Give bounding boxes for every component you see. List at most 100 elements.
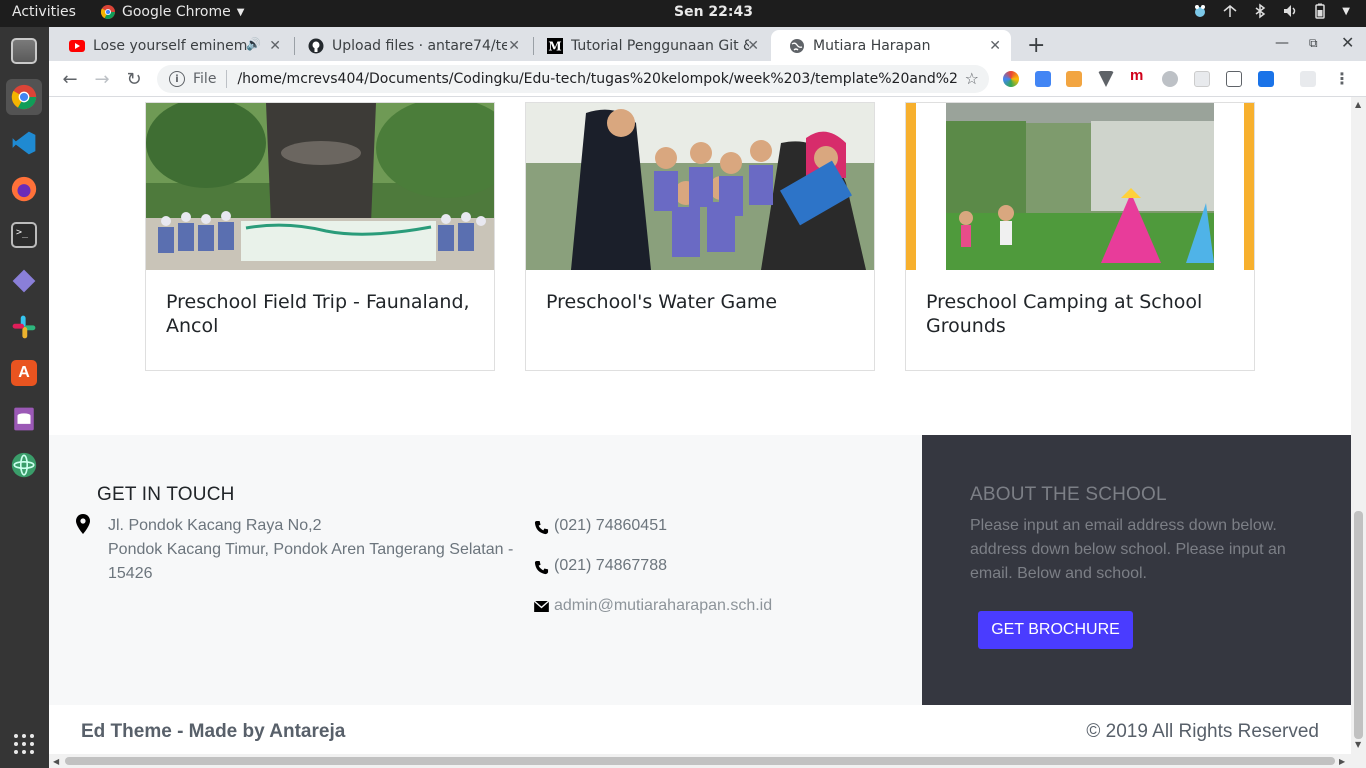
site-info-icon[interactable]: i: [169, 71, 185, 87]
extension-vue-icon[interactable]: [1098, 71, 1114, 87]
extension-m-icon[interactable]: m: [1130, 67, 1146, 84]
git-client-icon: [12, 269, 36, 293]
extension-translate-icon[interactable]: [1226, 71, 1242, 87]
card-caption: Preschool's Water Game: [546, 291, 778, 313]
app-menu[interactable]: Google Chrome ▼: [100, 4, 244, 20]
phone-number-1[interactable]: (021) 74860451: [554, 514, 667, 538]
weather-icon: [1195, 5, 1206, 17]
dock-vscode[interactable]: [6, 125, 42, 161]
horizontal-scroll-thumb[interactable]: [65, 757, 1335, 765]
chevron-down-icon: ▼: [1342, 5, 1350, 17]
dock-db-browser[interactable]: [6, 401, 42, 437]
dock-software-center[interactable]: A: [6, 355, 42, 391]
volume-icon: [1284, 5, 1296, 17]
extension-download-icon[interactable]: [1258, 71, 1274, 87]
scroll-up-arrow-icon[interactable]: ▲: [1355, 100, 1361, 109]
chrome-menu-icon[interactable]: ⋮: [1334, 69, 1350, 88]
phone-icon: [534, 560, 549, 575]
window-close-button[interactable]: ✕: [1341, 33, 1354, 52]
about-section: ABOUT THE SCHOOL Please input an email a…: [922, 435, 1351, 705]
dock-git-client[interactable]: [6, 263, 42, 299]
svg-text:M: M: [548, 39, 561, 53]
copyright-notice: © 2019 All Rights Reserved: [1086, 721, 1319, 742]
new-tab-button[interactable]: +: [1027, 33, 1045, 58]
card-caption: Preschool Camping at School Grounds: [926, 291, 1203, 337]
system-top-bar: Activities Google Chrome ▼ Sen 22:43 ▼: [0, 0, 1366, 27]
horizontal-scrollbar[interactable]: ◀ ▶: [49, 754, 1366, 768]
gallery-card[interactable]: Preschool Camping at School Grounds: [905, 102, 1255, 371]
extension-google-icon[interactable]: [1300, 71, 1316, 87]
theme-credit: Ed Theme - Made by Antareja: [81, 721, 346, 742]
bookmark-star-icon[interactable]: ☆: [965, 69, 979, 88]
dock-files[interactable]: [6, 33, 42, 69]
about-heading: ABOUT THE SCHOOL: [970, 484, 1167, 505]
tab-title: Tutorial Penggunaan Git &: [571, 37, 749, 54]
address-bar[interactable]: i File /home/mcrevs404/Documents/Codingk…: [157, 65, 989, 93]
gallery-card[interactable]: Preschool's Water Game: [525, 102, 875, 371]
scroll-left-arrow-icon[interactable]: ◀: [53, 757, 59, 766]
vertical-scrollbar[interactable]: ▲ ▼: [1351, 97, 1366, 754]
back-button[interactable]: ←: [59, 68, 81, 90]
chrome-icon: [11, 84, 37, 110]
reload-button[interactable]: ↻: [123, 68, 145, 90]
tab-mutiara-harapan[interactable]: Mutiara Harapan ✕: [771, 30, 1011, 61]
gallery-card[interactable]: Preschool Field Trip - Faunaland, Ancol: [145, 102, 495, 371]
github-icon: [308, 38, 324, 54]
medium-icon: M: [547, 37, 563, 54]
dock-chrome[interactable]: [6, 79, 42, 115]
youtube-icon: [69, 38, 85, 54]
close-icon[interactable]: ✕: [989, 38, 1001, 54]
email-link[interactable]: admin@mutiaraharapan.sch.id: [554, 594, 772, 618]
map-pin-icon: [76, 514, 90, 534]
close-icon[interactable]: ✕: [747, 38, 759, 54]
phone-icon: [534, 520, 549, 535]
slack-icon: [12, 315, 36, 339]
address-line-1: Jl. Pondok Kacang Raya No,2: [108, 517, 322, 534]
contact-heading: GET IN TOUCH: [97, 484, 235, 505]
address: Jl. Pondok Kacang Raya No,2 Pondok Kacan…: [108, 514, 528, 586]
forward-button[interactable]: →: [91, 68, 113, 90]
close-icon[interactable]: ✕: [508, 38, 520, 54]
terminal-icon: >_: [11, 222, 37, 248]
water-game-photo: [526, 103, 874, 270]
dock-terminal[interactable]: >_: [6, 217, 42, 253]
chevron-down-icon: ▼: [236, 6, 245, 18]
dock-firefox[interactable]: [6, 171, 42, 207]
extension-puzzle-icon[interactable]: [1066, 71, 1082, 87]
tab-title: Mutiara Harapan: [813, 37, 931, 54]
card-caption: Preschool Field Trip - Faunaland, Ancol: [166, 291, 470, 337]
tab-github[interactable]: Upload files · antare74/te ✕: [290, 30, 530, 61]
dock-slack[interactable]: [6, 309, 42, 345]
files-icon: [11, 38, 37, 64]
extension-grey-icon[interactable]: [1162, 71, 1178, 87]
vertical-scroll-thumb[interactable]: [1354, 511, 1363, 739]
maximize-button[interactable]: ⧉: [1309, 36, 1318, 51]
url-text[interactable]: /home/mcrevs404/Documents/Codingku/Edu-t…: [237, 71, 957, 87]
scroll-right-arrow-icon[interactable]: ▶: [1339, 757, 1345, 766]
audio-playing-icon[interactable]: 🔊: [246, 37, 261, 51]
tab-medium[interactable]: M Tutorial Penggunaan Git & ✕: [529, 30, 769, 61]
page-viewport: Preschool Field Trip - Faunaland, Ancol: [49, 97, 1351, 754]
globe-icon: [789, 38, 805, 54]
get-brochure-button[interactable]: GET BROCHURE: [978, 611, 1133, 649]
extension-blank-icon[interactable]: [1194, 71, 1210, 87]
activities-button[interactable]: Activities: [12, 4, 76, 20]
firefox-icon: [11, 176, 37, 202]
app-menu-label: Google Chrome: [122, 4, 231, 20]
contact-section: GET IN TOUCH Jl. Pondok Kacang Raya No,2…: [49, 435, 922, 705]
chrome-icon: [100, 5, 115, 19]
minimize-button[interactable]: —: [1275, 35, 1289, 51]
dock-atom[interactable]: [6, 447, 42, 483]
url-scheme: File: [193, 71, 217, 87]
close-icon[interactable]: ✕: [269, 38, 281, 54]
tab-youtube[interactable]: Lose yourself eminem 🔊 ✕: [51, 30, 291, 61]
show-applications-icon[interactable]: [14, 734, 34, 754]
clock[interactable]: Sen 22:43: [674, 4, 753, 20]
system-tray[interactable]: ▼: [1192, 3, 1350, 19]
tab-title: Upload files · antare74/te: [332, 37, 507, 54]
db-browser-icon: [14, 407, 34, 431]
scroll-down-arrow-icon[interactable]: ▼: [1355, 740, 1361, 749]
extension-blue-icon[interactable]: [1035, 71, 1051, 87]
phone-number-2[interactable]: (021) 74867788: [554, 554, 667, 578]
extension-colorful-icon[interactable]: [1003, 71, 1019, 87]
